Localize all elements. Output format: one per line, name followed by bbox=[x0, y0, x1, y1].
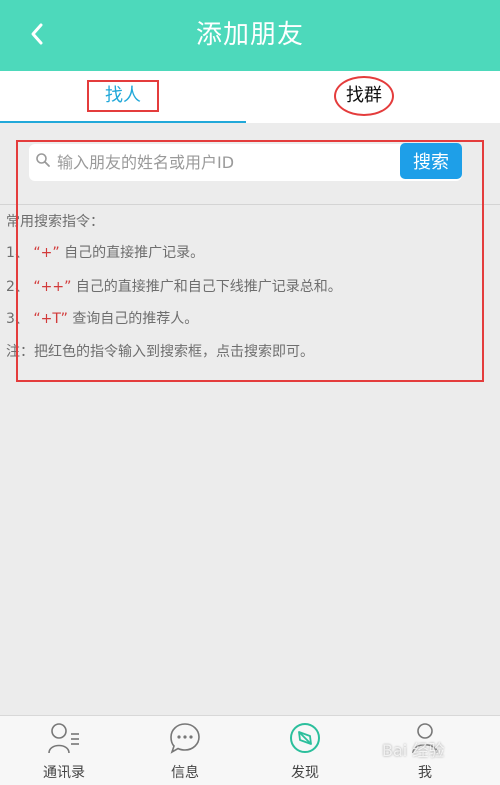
nav-item-discover[interactable]: 发现 bbox=[260, 716, 350, 785]
nav-item-messages[interactable]: 信息 bbox=[140, 716, 230, 785]
tab-find-people-label: 找人 bbox=[87, 80, 159, 112]
annotation-highlight-box bbox=[16, 140, 484, 382]
nav-item-contacts[interactable]: 通讯录 bbox=[19, 716, 109, 785]
nav-item-messages-label: 信息 bbox=[171, 765, 199, 781]
page-title: 添加朋友 bbox=[195, 20, 304, 50]
message-icon bbox=[170, 723, 200, 754]
header-bar: 添加朋友 bbox=[0, 0, 500, 71]
compass-icon bbox=[290, 723, 320, 753]
tab-bar: 找人 找群 bbox=[0, 71, 500, 123]
active-tab-indicator bbox=[0, 121, 246, 123]
nav-item-me-label: 我 bbox=[418, 765, 432, 781]
tab-find-group[interactable]: 找群 bbox=[254, 71, 500, 123]
nav-item-contacts-label: 通讯录 bbox=[43, 765, 85, 781]
tab-find-group-label: 找群 bbox=[334, 76, 394, 116]
tab-find-people[interactable]: 找人 bbox=[0, 71, 246, 123]
watermark: Bai 经验 bbox=[382, 741, 445, 760]
nav-item-discover-label: 发现 bbox=[291, 765, 319, 781]
contacts-icon bbox=[48, 723, 79, 754]
